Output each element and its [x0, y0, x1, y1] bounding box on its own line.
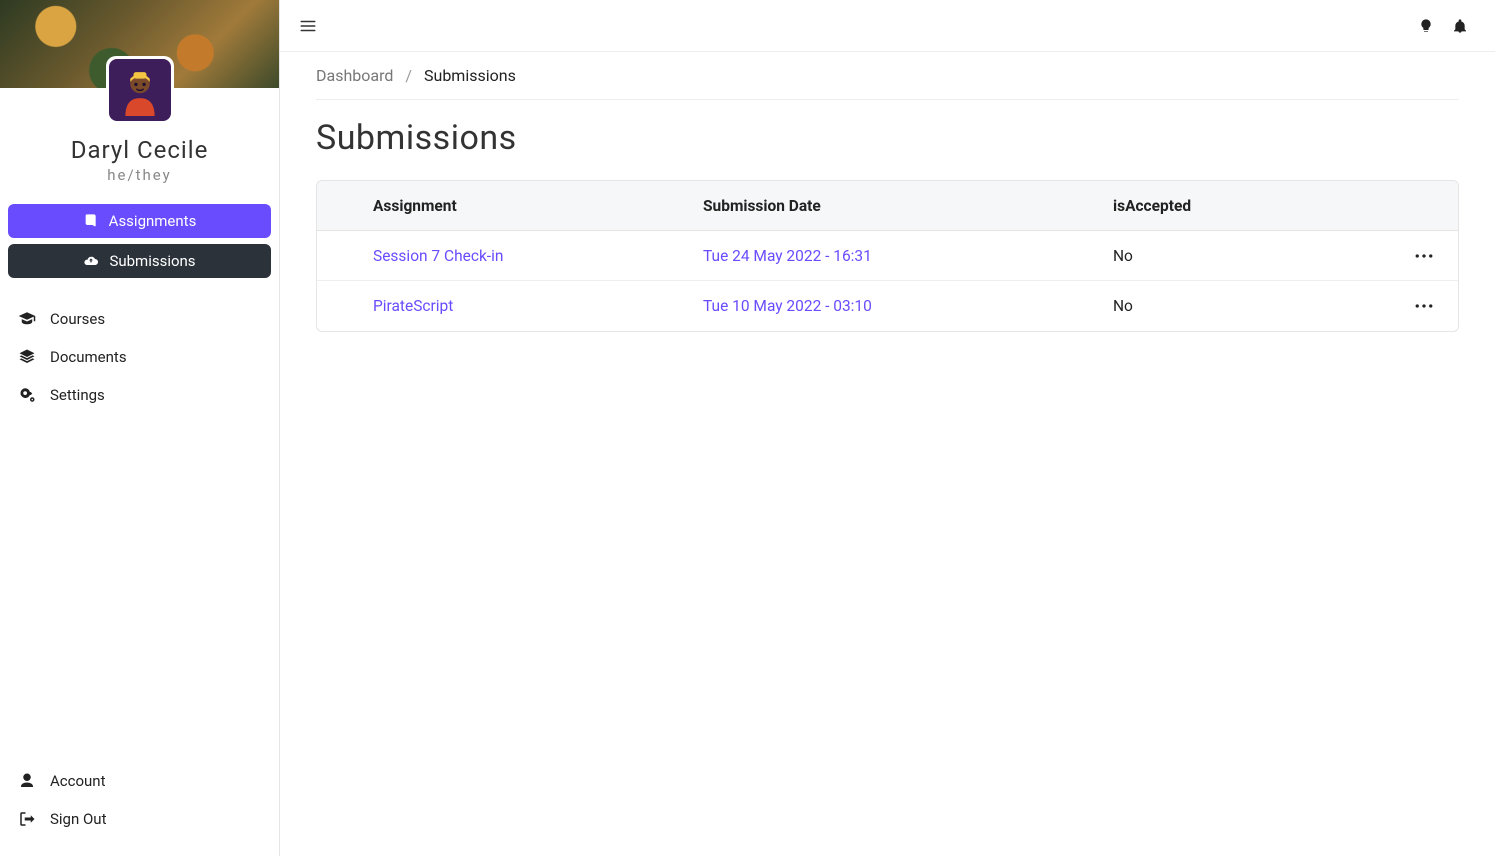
profile-pronouns: he/they [0, 166, 279, 184]
sidebar-item-signout-label: Sign Out [50, 810, 106, 828]
th-assignment: Assignment [367, 197, 697, 215]
content: Dashboard / Submissions Submissions Assi… [280, 52, 1495, 332]
cloud-upload-icon [83, 253, 99, 269]
nav-submissions-label: Submissions [109, 252, 195, 270]
graduation-cap-icon [18, 310, 36, 328]
sidebar-banner [0, 0, 279, 88]
theme-toggle[interactable] [1409, 9, 1443, 43]
th-date: Submission Date [697, 197, 1107, 215]
table-row: Session 7 Check-in Tue 24 May 2022 - 16:… [317, 231, 1458, 281]
sidebar-item-account-label: Account [50, 772, 106, 790]
avatar-image [114, 64, 166, 116]
more-horizontal-icon [1415, 303, 1433, 309]
sidebar-item-settings[interactable]: Settings [4, 376, 275, 414]
sidebar-item-signout[interactable]: Sign Out [4, 800, 275, 838]
row-actions-button[interactable] [1412, 294, 1436, 318]
bell-icon [1452, 18, 1468, 34]
sidebar-item-documents[interactable]: Documents [4, 338, 275, 376]
sidebar-item-courses-label: Courses [50, 310, 105, 328]
notifications-button[interactable] [1443, 9, 1477, 43]
submission-date-link[interactable]: Tue 10 May 2022 - 03:10 [703, 297, 872, 315]
page-title: Submissions [316, 118, 1459, 158]
hamburger-icon [299, 17, 317, 35]
sidebar-item-courses[interactable]: Courses [4, 300, 275, 338]
accepted-cell: No [1107, 247, 1367, 265]
nav-assignments[interactable]: Assignments [8, 204, 271, 238]
sidebar-item-documents-label: Documents [50, 348, 127, 366]
submissions-table: Assignment Submission Date isAccepted Se… [316, 180, 1459, 332]
nav-submissions[interactable]: Submissions [8, 244, 271, 278]
avatar[interactable] [109, 59, 171, 121]
lightbulb-icon [1418, 18, 1434, 34]
book-icon [83, 213, 99, 229]
table-row: PirateScript Tue 10 May 2022 - 03:10 No [317, 281, 1458, 331]
accepted-cell: No [1107, 297, 1367, 315]
avatar-frame [106, 56, 174, 124]
sidebar-toggle[interactable] [298, 16, 318, 36]
th-accepted: isAccepted [1107, 197, 1367, 215]
sidebar-bottom: Account Sign Out [0, 756, 279, 856]
profile-name: Daryl Cecile [0, 136, 279, 164]
submission-date-link[interactable]: Tue 24 May 2022 - 16:31 [703, 247, 872, 265]
main: Dashboard / Submissions Submissions Assi… [280, 0, 1495, 856]
nav-assignments-label: Assignments [109, 212, 197, 230]
more-horizontal-icon [1415, 253, 1433, 259]
cogs-icon [18, 386, 36, 404]
assignment-link[interactable]: PirateScript [373, 297, 453, 315]
breadcrumb-current: Submissions [424, 66, 516, 85]
topbar [280, 0, 1495, 52]
sidebar: Daryl Cecile he/they Assignments Submiss… [0, 0, 280, 856]
row-actions-button[interactable] [1412, 244, 1436, 268]
sidebar-links: Courses Documents Settings [0, 290, 279, 424]
sidebar-item-settings-label: Settings [50, 386, 105, 404]
sidebar-item-account[interactable]: Account [4, 762, 275, 800]
breadcrumb: Dashboard / Submissions [316, 66, 1459, 100]
assignment-link[interactable]: Session 7 Check-in [373, 247, 503, 265]
layers-icon [18, 348, 36, 366]
user-icon [18, 772, 36, 790]
breadcrumb-separator: / [405, 66, 412, 85]
sign-out-icon [18, 810, 36, 828]
table-header-row: Assignment Submission Date isAccepted [317, 181, 1458, 231]
pill-nav: Assignments Submissions [0, 198, 279, 290]
breadcrumb-root[interactable]: Dashboard [316, 66, 393, 85]
